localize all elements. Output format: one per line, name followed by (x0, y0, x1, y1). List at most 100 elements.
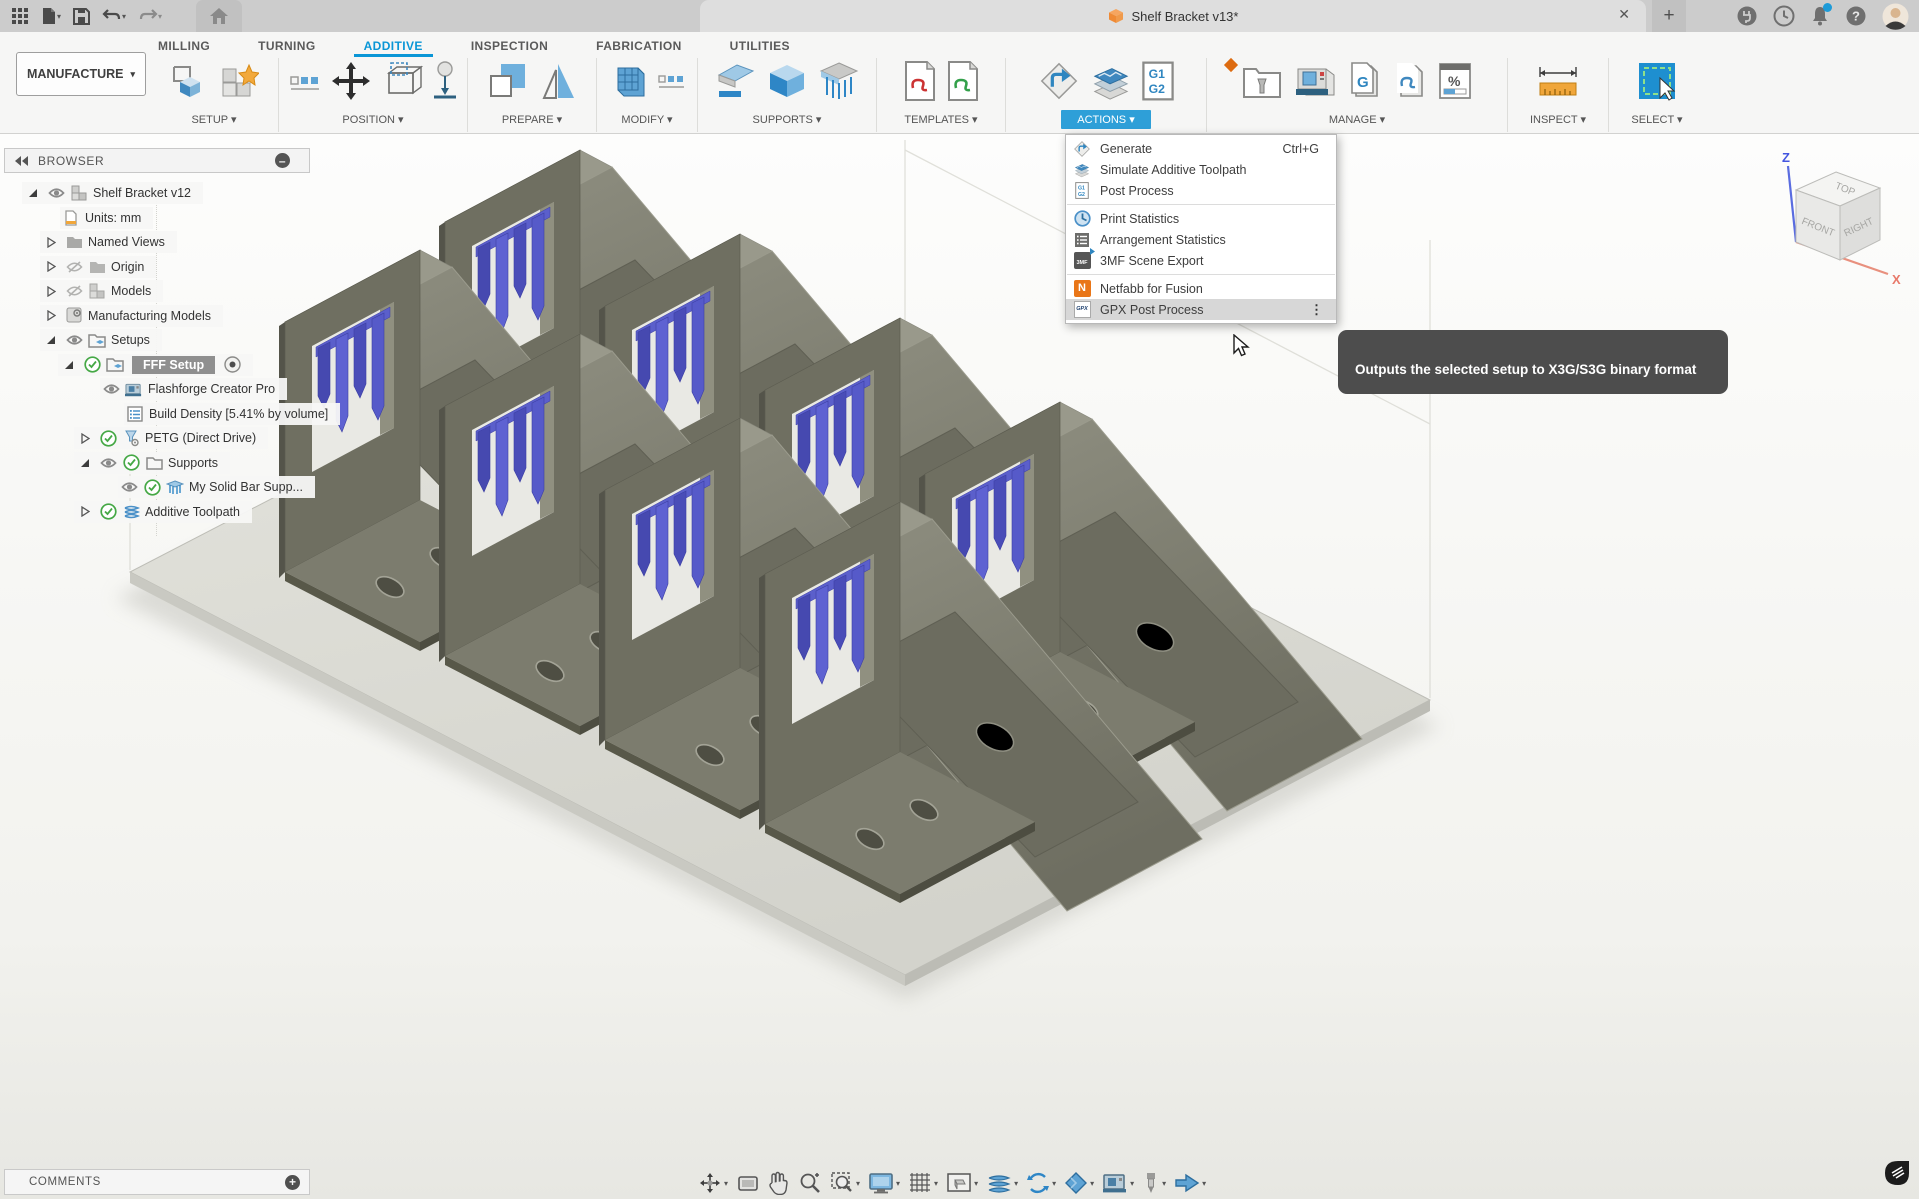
group-label-position[interactable]: POSITION ▾ (342, 113, 403, 126)
browser-item-machine[interactable]: Flashforge Creator Pro (100, 378, 288, 400)
orientation-icon[interactable] (487, 60, 529, 102)
save-icon[interactable] (70, 3, 93, 29)
menu-item-generate[interactable]: Generate Ctrl+G (1066, 138, 1336, 159)
new-folder-setup-icon[interactable] (219, 61, 259, 101)
jog-icon[interactable]: ▾ (1170, 1168, 1210, 1198)
new-tab-button[interactable]: + (1652, 0, 1686, 32)
app-menu-icon[interactable] (8, 3, 32, 29)
group-label-prepare[interactable]: PREPARE ▾ (502, 113, 562, 126)
eye-visible-icon[interactable] (102, 380, 120, 398)
caret-collapsed-icon[interactable] (76, 429, 94, 447)
browser-item-models[interactable]: Models (40, 280, 164, 302)
collapse-panel-icon[interactable] (15, 155, 29, 166)
lattice-icon[interactable] (608, 60, 648, 102)
tab-turning[interactable]: TURNING (248, 35, 325, 57)
browser-item-petg[interactable]: PETG (Direct Drive) (74, 427, 269, 449)
caret-expanded-icon[interactable] (76, 454, 94, 472)
caret-expanded-icon[interactable] (42, 331, 60, 349)
home-tab[interactable] (196, 0, 242, 32)
check-circle-icon[interactable] (143, 478, 161, 496)
minus-circle-icon[interactable]: – (275, 153, 290, 168)
move-icon[interactable] (330, 60, 372, 102)
caret-collapsed-icon[interactable] (42, 258, 60, 276)
grid-icon[interactable]: ▾ (904, 1168, 942, 1198)
group-label-templates[interactable]: TEMPLATES ▾ (904, 113, 977, 126)
menu-item-print-statistics[interactable]: Print Statistics (1066, 208, 1336, 229)
edit-bars-icon[interactable] (657, 66, 687, 96)
browser-item-additive-toolpath[interactable]: Additive Toolpath (74, 500, 252, 523)
check-circle-icon[interactable] (99, 503, 117, 521)
menu-item-netfabb[interactable]: N Netfabb for Fusion (1066, 278, 1336, 299)
post-library-icon[interactable] (1392, 60, 1428, 102)
group-label-setup[interactable]: SETUP ▾ (191, 113, 236, 126)
material-diamond-icon[interactable]: ▾ (1060, 1168, 1098, 1198)
caret-collapsed-icon[interactable] (42, 307, 60, 325)
display-settings-icon[interactable]: ▾ (864, 1168, 904, 1198)
workspace-selector[interactable]: MANUFACTURE ▾ (16, 52, 146, 96)
group-label-manage[interactable]: MANAGE ▾ (1329, 113, 1385, 126)
document-tab[interactable]: Shelf Bracket v13* ✕ (700, 0, 1646, 32)
eye-visible-icon[interactable] (47, 184, 65, 202)
browser-item-root[interactable]: Shelf Bracket v12 (22, 182, 203, 204)
caret-collapsed-icon[interactable] (42, 282, 60, 300)
check-circle-icon[interactable] (122, 454, 140, 472)
nc-programs-icon[interactable]: G (1347, 60, 1383, 102)
browser-item-units[interactable]: Units: mm (60, 206, 154, 229)
caret-collapsed-icon[interactable] (42, 233, 60, 251)
turntable-icon[interactable]: ▾ (1022, 1168, 1060, 1198)
pack-box-icon[interactable] (381, 61, 423, 101)
plus-circle-icon[interactable]: + (285, 1174, 300, 1190)
active-setup-radio-icon[interactable] (223, 356, 241, 374)
menu-item-gpx-post-process[interactable]: GPX GPX Post Process ⋮ (1066, 299, 1336, 320)
tab-utilities[interactable]: UTILITIES (720, 35, 800, 57)
tab-additive[interactable]: ADDITIVE (353, 35, 433, 57)
browser-item-manufacturing-models[interactable]: Manufacturing Models (40, 304, 223, 327)
machine-icon[interactable]: ▾ (1098, 1168, 1138, 1198)
eye-hidden-icon[interactable] (65, 282, 83, 300)
caret-expanded-icon[interactable] (24, 184, 42, 202)
group-label-actions[interactable]: ACTIONS ▾ (1061, 110, 1151, 129)
menu-item-simulate[interactable]: Simulate Additive Toolpath (1066, 159, 1336, 180)
browser-item-solid-bar-support[interactable]: My Solid Bar Supp... (118, 476, 315, 498)
browser-item-build-density[interactable]: Build Density [5.41% by volume] (124, 402, 341, 425)
bar-support-icon[interactable] (817, 61, 861, 101)
volume-support-icon[interactable] (766, 61, 808, 101)
area-support-icon[interactable] (713, 61, 757, 101)
critical-angle-icon[interactable] (538, 60, 578, 102)
task-manager-icon[interactable]: % (1437, 60, 1473, 102)
notifications-bell-icon[interactable] (1810, 3, 1832, 27)
caret-collapsed-icon[interactable] (76, 503, 94, 521)
tab-milling[interactable]: MILLING (148, 35, 220, 57)
browser-item-setups[interactable]: Setups (40, 329, 162, 351)
group-label-inspect[interactable]: INSPECT ▾ (1530, 113, 1586, 126)
menu-item-arrangement-statistics[interactable]: Arrangement Statistics (1066, 229, 1336, 250)
browser-item-origin[interactable]: Origin (40, 255, 157, 278)
pan-icon[interactable] (764, 1168, 794, 1198)
eye-visible-icon[interactable] (65, 331, 83, 349)
eye-visible-icon[interactable] (120, 478, 138, 496)
arrange-icon[interactable] (289, 65, 321, 97)
feedback-chat-bubble-icon[interactable] (1883, 1158, 1913, 1193)
machine-icon[interactable] (1292, 61, 1338, 101)
close-tab-icon[interactable]: ✕ (1618, 7, 1630, 21)
new-setup-icon[interactable] (170, 61, 210, 101)
group-label-supports[interactable]: SUPPORTS ▾ (753, 113, 822, 126)
zoom-icon[interactable] (794, 1168, 826, 1198)
orbit-icon[interactable]: ▾ (694, 1168, 732, 1198)
template-red-icon[interactable] (903, 60, 937, 102)
help-icon[interactable]: ? (1845, 5, 1867, 27)
select-icon[interactable] (1636, 60, 1678, 102)
file-menu-icon[interactable]: ▾ (38, 3, 64, 29)
tool-library-icon[interactable] (1241, 61, 1283, 101)
look-at-icon[interactable] (732, 1169, 764, 1197)
measure-icon[interactable] (1536, 61, 1580, 101)
redo-icon[interactable]: ▾ (135, 3, 165, 29)
generate-icon[interactable] (1038, 60, 1080, 102)
check-circle-icon[interactable] (83, 356, 101, 374)
view-cube[interactable]: Z X TOP FRONT RIGHT (1772, 146, 1919, 296)
group-label-modify[interactable]: MODIFY ▾ (621, 113, 672, 126)
user-avatar[interactable] (1882, 3, 1909, 30)
drop-to-platform-icon[interactable] (432, 60, 458, 102)
tool-bit-icon[interactable]: ▾ (1138, 1168, 1170, 1198)
simulate-toolpath-icon[interactable] (1089, 61, 1133, 101)
